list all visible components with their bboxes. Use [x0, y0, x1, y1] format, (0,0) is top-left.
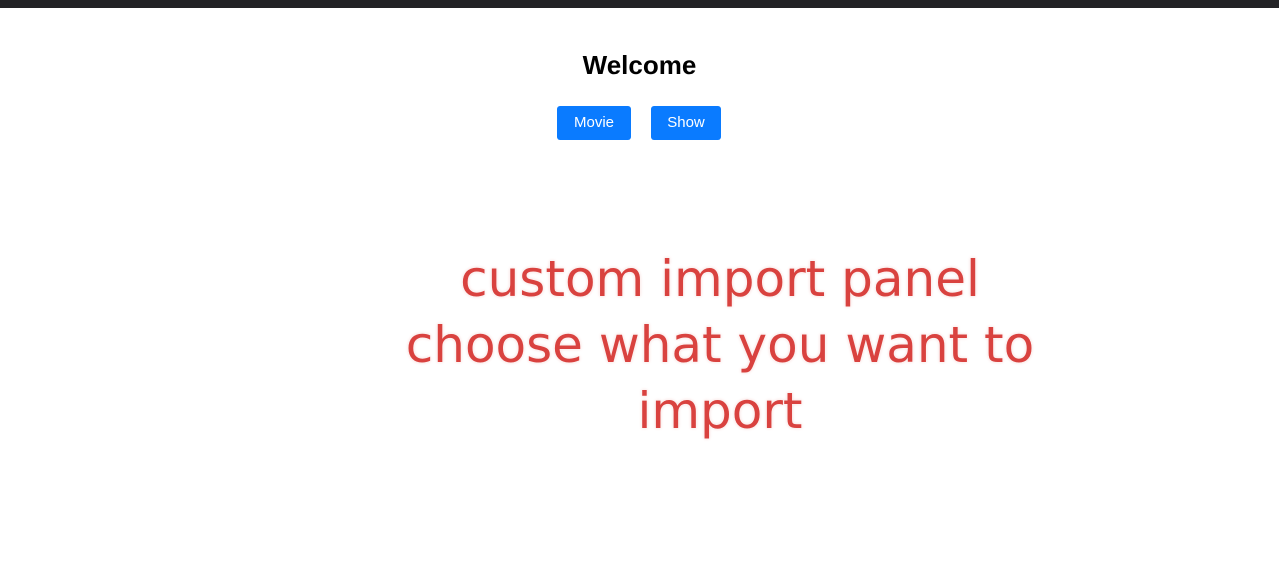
movie-button[interactable]: Movie [557, 106, 631, 140]
annotation-line-3: import [637, 382, 803, 440]
annotation-line-2: choose what you want to [405, 316, 1035, 374]
annotation-line-1: custom import panel [460, 250, 980, 308]
show-button[interactable]: Show [651, 106, 721, 140]
browser-top-bar [0, 0, 1279, 8]
annotation-overlay: custom import panel choose what you want… [340, 246, 1100, 444]
page-title: Welcome [582, 50, 697, 80]
